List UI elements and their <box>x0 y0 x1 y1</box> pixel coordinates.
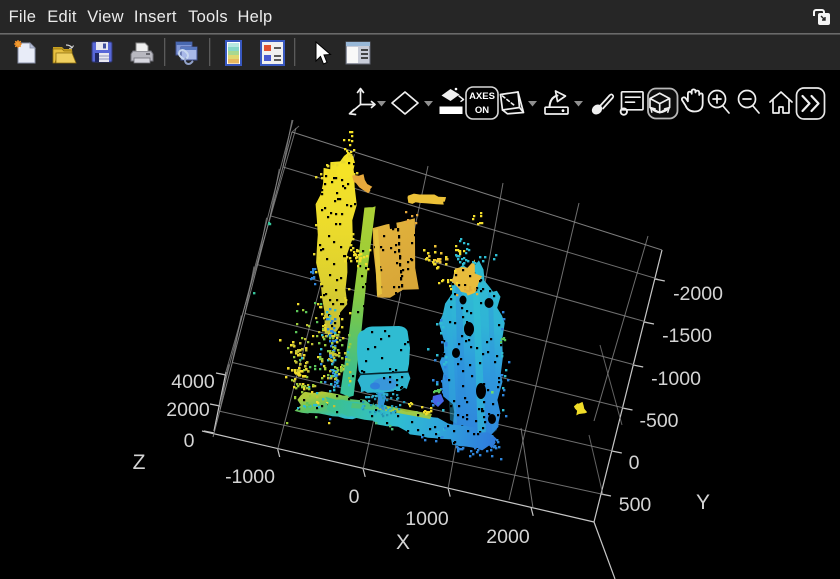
svg-text:AXES: AXES <box>469 91 495 102</box>
svg-text:2000: 2000 <box>166 399 210 421</box>
svg-text:-2000: -2000 <box>673 283 723 305</box>
svg-text:4000: 4000 <box>171 371 215 393</box>
svg-text:File: File <box>9 8 37 26</box>
svg-text:-1000: -1000 <box>225 466 275 488</box>
svg-text:Tools: Tools <box>188 8 228 26</box>
svg-text:-1500: -1500 <box>662 325 712 347</box>
svg-text:-500: -500 <box>639 410 678 432</box>
svg-text:1000: 1000 <box>405 508 449 530</box>
svg-text:0: 0 <box>629 452 640 474</box>
svg-text:Insert: Insert <box>134 8 177 26</box>
svg-text:X: X <box>396 531 410 554</box>
svg-text:2000: 2000 <box>486 526 530 548</box>
svg-text:ON: ON <box>475 105 489 116</box>
svg-text:Z: Z <box>133 451 146 474</box>
svg-text:Edit: Edit <box>47 8 77 26</box>
svg-text:0: 0 <box>184 430 195 452</box>
svg-text:Y: Y <box>696 491 710 514</box>
svg-text:-1000: -1000 <box>651 368 701 390</box>
svg-text:0: 0 <box>349 486 360 508</box>
svg-text:500: 500 <box>619 494 652 516</box>
svg-text:View: View <box>87 8 123 26</box>
svg-text:Help: Help <box>238 8 273 26</box>
